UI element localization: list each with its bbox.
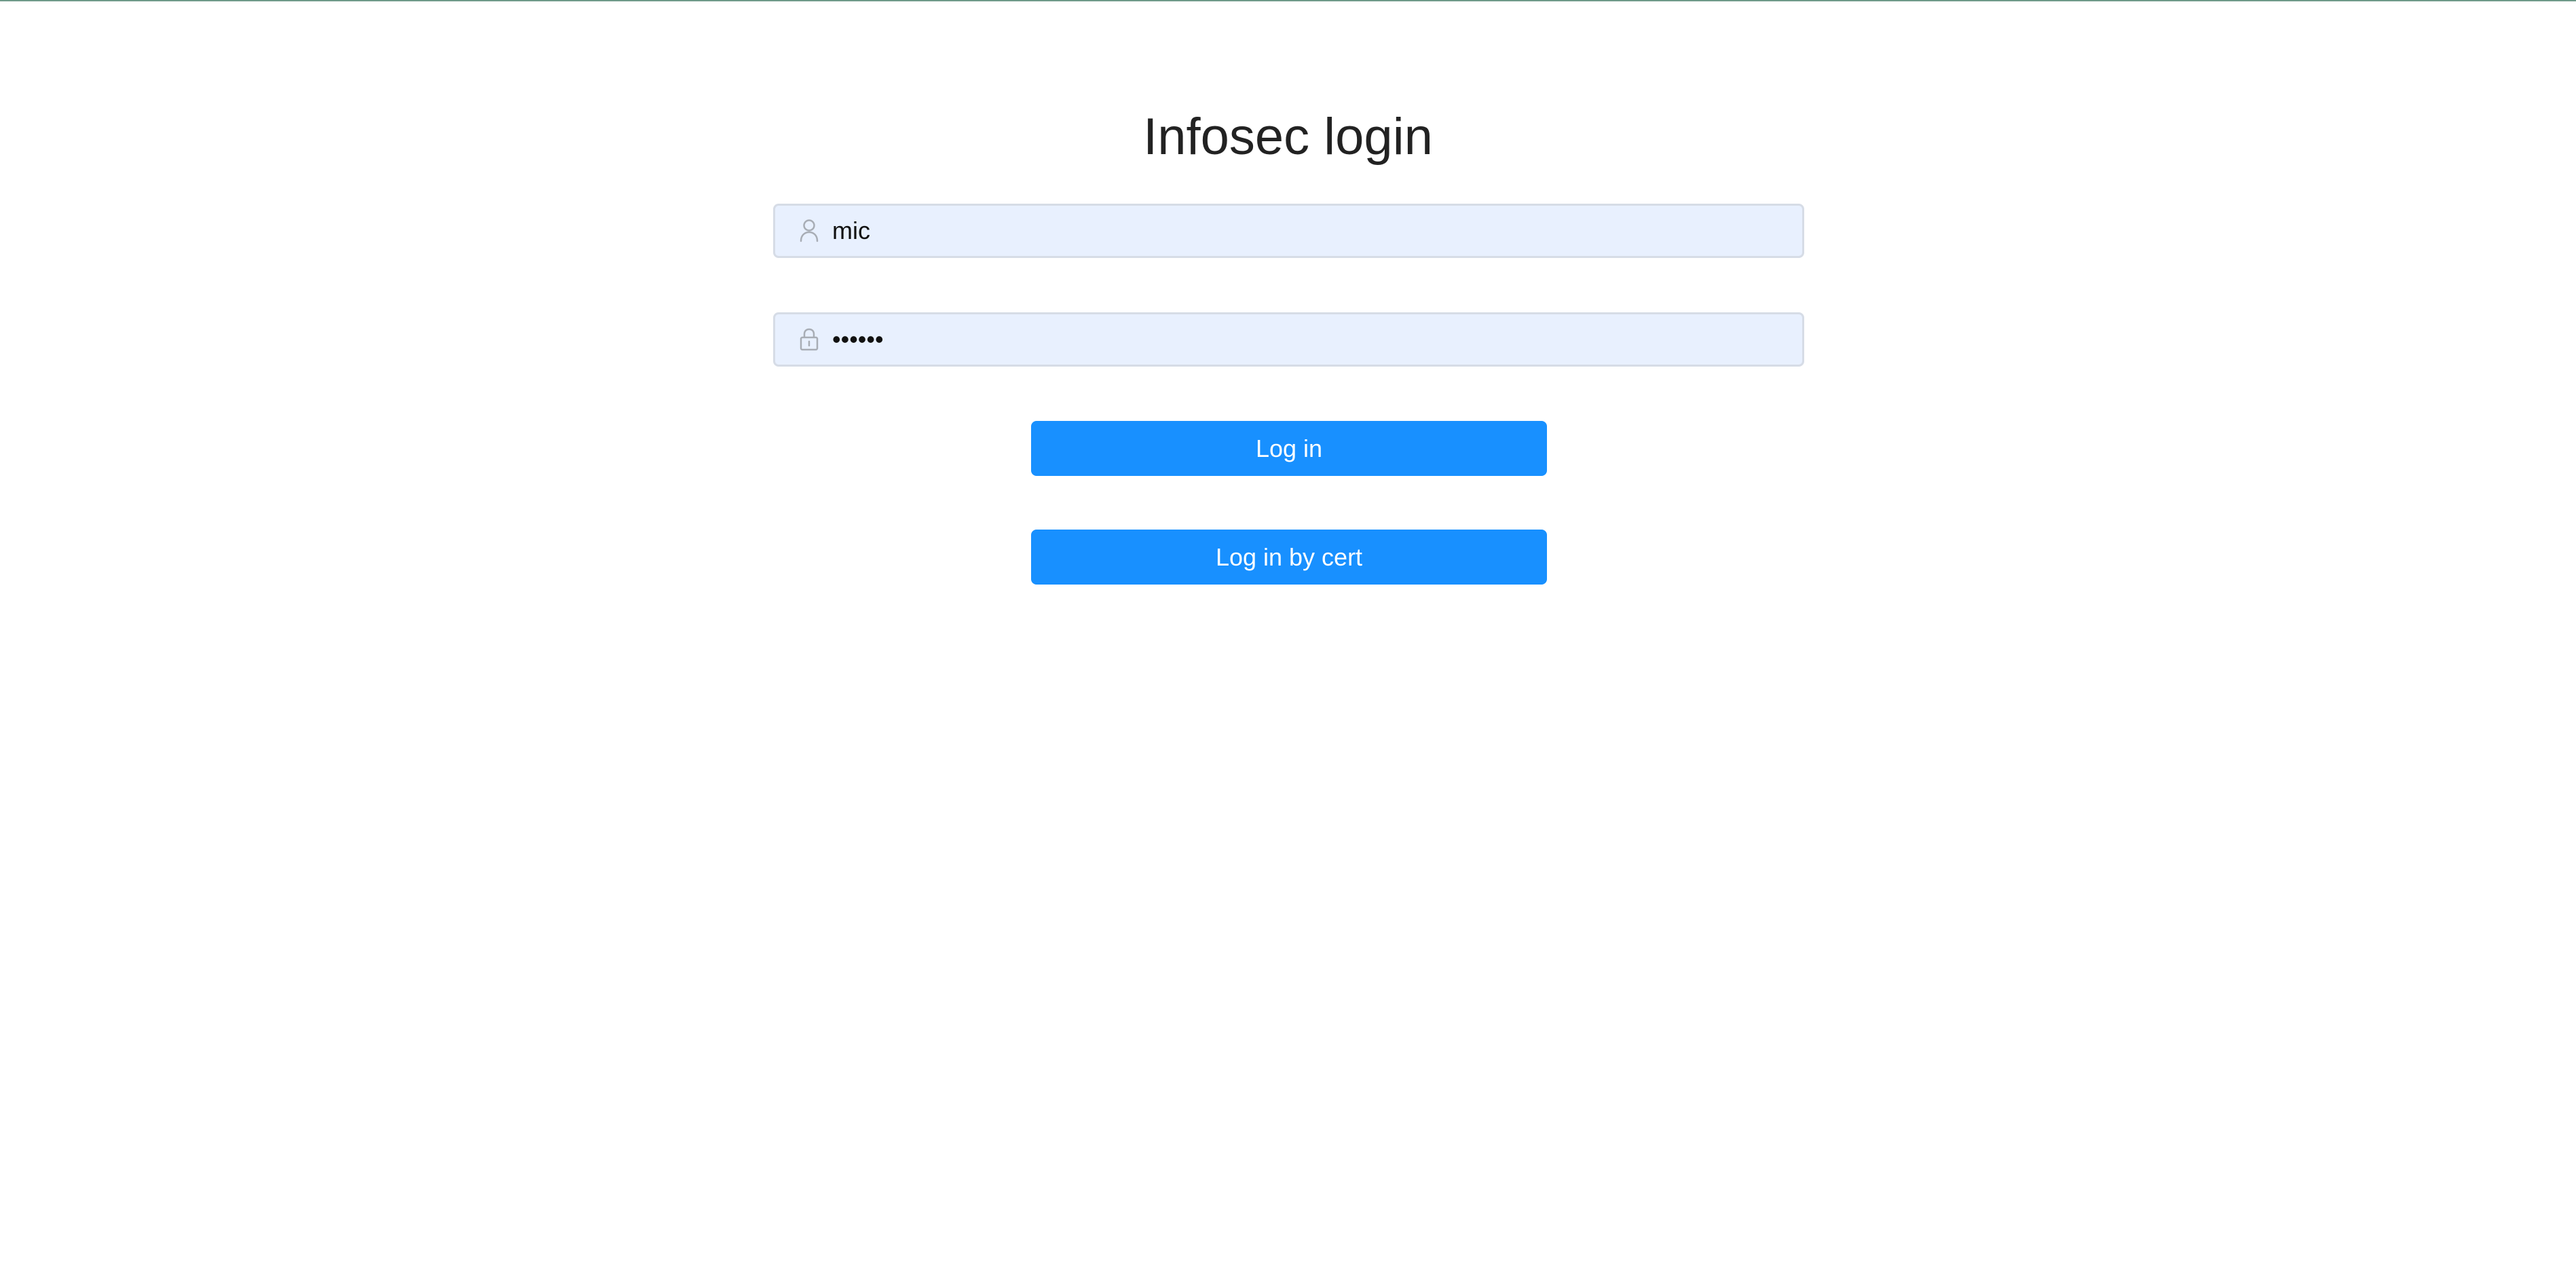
login-button[interactable]: Log in [1031,421,1547,476]
top-divider [0,0,2576,1]
user-icon [797,217,821,244]
page-title: Infosec login [1143,108,1433,166]
lock-icon [797,326,821,353]
username-field[interactable] [773,204,1804,258]
password-field[interactable] [773,312,1804,367]
login-by-cert-button[interactable]: Log in by cert [1031,530,1547,585]
password-input[interactable] [832,314,1802,365]
username-input[interactable] [832,206,1802,256]
